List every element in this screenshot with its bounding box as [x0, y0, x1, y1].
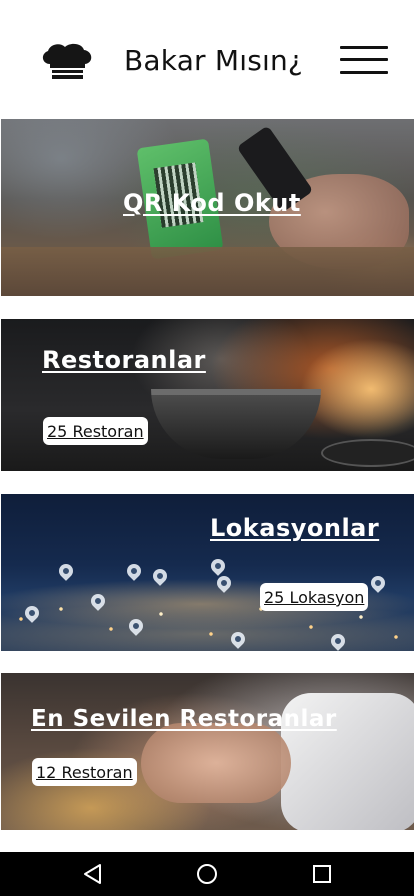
restaurant-count-badge[interactable]: 25 Restoran — [43, 417, 148, 445]
card-title-locations[interactable]: Lokasyonlar — [210, 514, 379, 542]
card-background-image — [1, 673, 414, 830]
system-navigation-bar — [0, 852, 414, 896]
recent-apps-square-icon[interactable] — [292, 852, 352, 896]
back-triangle-icon[interactable] — [63, 852, 123, 896]
card-qr-scan[interactable]: QR Kod Okut — [1, 119, 414, 296]
hamburger-menu-icon[interactable] — [340, 46, 390, 76]
chef-hat-icon — [42, 43, 92, 79]
app-header: Bakar Mısın¿ — [0, 0, 414, 118]
card-restaurants[interactable]: Restoranlar 25 Restoran — [1, 319, 414, 471]
card-title-qr[interactable]: QR Kod Okut — [123, 189, 301, 217]
location-count-badge[interactable]: 25 Lokasyon — [260, 583, 369, 611]
card-background-image — [1, 319, 414, 471]
app-title: Bakar Mısın¿ — [124, 44, 303, 77]
card-title-favorites[interactable]: En Sevilen Restoranlar — [31, 706, 337, 732]
favorite-count-badge[interactable]: 12 Restoran — [32, 758, 137, 786]
card-favorite-restaurants[interactable]: En Sevilen Restoranlar 12 Restoran — [1, 673, 414, 830]
card-title-restaurants[interactable]: Restoranlar — [42, 346, 206, 374]
card-locations[interactable]: Lokasyonlar 25 Lokasyon — [1, 494, 414, 651]
home-circle-icon[interactable] — [177, 852, 237, 896]
